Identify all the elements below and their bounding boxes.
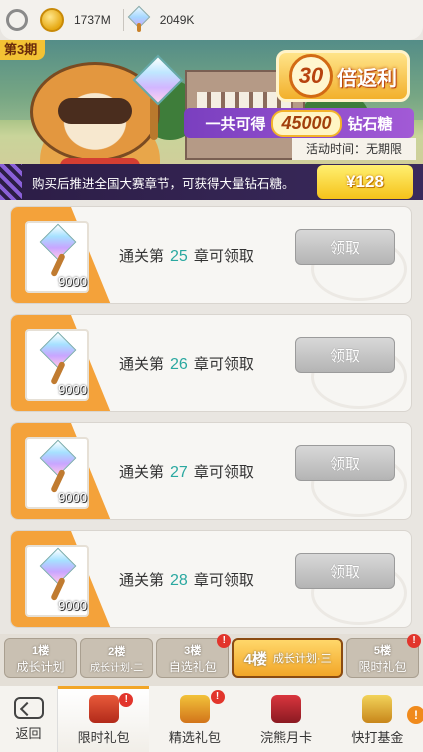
reward-quantity: 9000: [58, 274, 87, 289]
condition-suffix: 章可领取: [193, 248, 254, 265]
reward-condition: 通关第 26 章可领取: [119, 353, 254, 374]
currency-bar: 1737M 2049K: [0, 0, 423, 40]
reward-condition: 通关第 27 章可领取: [119, 461, 254, 482]
alert-badge-icon: !: [119, 693, 134, 707]
reward-item: 9000: [25, 329, 89, 401]
reward-item: 9000: [25, 545, 89, 617]
tab-floor-1[interactable]: 1楼 成长计划: [4, 638, 78, 678]
reward-list[interactable]: 9000 通关第 25 章可领取 领取 9000 通关第 26 章可领取 领取 …: [0, 202, 423, 634]
reward-item: 9000: [25, 437, 89, 509]
condition-prefix: 通关第: [119, 248, 165, 265]
nav-label: 限时礼包: [77, 730, 130, 745]
rebate-badge: 30 倍返利: [276, 50, 410, 102]
total-reward: 一共可得 45000 钻石糖: [184, 108, 414, 138]
reward-condition: 通关第 28 章可领取: [119, 569, 254, 590]
nav-fund[interactable]: 快打基金 !: [332, 686, 423, 752]
reward-card: 9000 通关第 25 章可领取 领取: [10, 206, 412, 304]
reward-condition: 通关第 25 章可领取: [119, 245, 254, 266]
claim-button[interactable]: 领取: [295, 229, 395, 265]
chapter-number: 25: [170, 248, 188, 265]
tab-floor-5[interactable]: 5楼 限时礼包 !: [345, 634, 422, 678]
chapter-number: 28: [170, 572, 188, 589]
reward-item: 9000: [25, 221, 89, 293]
card-icon: [271, 695, 302, 723]
total-amount: 45000: [271, 109, 342, 137]
treasure-box-icon: [179, 695, 210, 723]
condition-suffix: 章可领取: [193, 464, 254, 481]
nav-label: 精选礼包: [168, 730, 221, 745]
reward-card: 9000 通关第 27 章可领取 领取: [10, 422, 412, 520]
floor-name: 限时礼包: [358, 659, 407, 674]
nav-label: 浣熊月卡: [260, 730, 313, 745]
raccoon-mask: [58, 98, 132, 124]
floor-name: 成长计划·三: [272, 653, 332, 665]
settings-gear-icon[interactable]: [6, 9, 28, 31]
total-prefix: 一共可得: [205, 115, 266, 133]
floor-number: 5楼: [373, 644, 392, 657]
claim-button[interactable]: 领取: [295, 337, 395, 373]
alert-badge-icon: !: [210, 690, 225, 704]
tab-floor-3[interactable]: 3楼 自选礼包 !: [156, 634, 232, 678]
floor-tabs: 1楼 成长计划 2楼 成长计划·二 3楼 自选礼包 ! 4楼 成长计划·三 5楼…: [0, 634, 423, 686]
nav-label: 快打基金: [351, 730, 404, 745]
claim-button[interactable]: 领取: [295, 445, 395, 481]
gold-coin-icon: [40, 8, 64, 32]
coin-amount: 1737M: [74, 13, 111, 27]
promo-banner: 第3期 30 倍返利 一共可得 45000 钻石糖 活动时间：无期限 购买后推进…: [0, 40, 423, 200]
reward-quantity: 9000: [58, 598, 87, 613]
condition-prefix: 通关第: [119, 356, 165, 373]
tab-floor-4[interactable]: 4楼 成长计划·三: [232, 638, 343, 678]
alert-badge-icon: !: [217, 634, 232, 648]
total-suffix: 钻石糖: [347, 115, 393, 133]
floor-number: 3楼: [184, 644, 202, 657]
rebate-text: 倍返利: [337, 67, 397, 90]
fund-chest-icon: [362, 695, 393, 723]
reward-card: 9000 通关第 26 章可领取 领取: [10, 314, 412, 412]
floor-number: 2楼: [108, 645, 126, 658]
diamond-candy-icon: [128, 8, 150, 32]
floor-name: 成长计划·二: [89, 662, 144, 674]
period-tag: 第3期: [0, 40, 46, 60]
reward-card: 9000 通关第 28 章可领取 领取: [10, 530, 412, 628]
back-button[interactable]: 返回: [0, 686, 58, 752]
floor-name: 成长计划: [16, 659, 65, 674]
alert-badge-icon: !: [407, 706, 423, 724]
condition-suffix: 章可领取: [193, 356, 254, 373]
rebate-multiplier: 30: [289, 54, 333, 98]
claim-button[interactable]: 领取: [295, 553, 395, 589]
floor-name: 自选礼包: [168, 659, 217, 674]
reward-quantity: 9000: [58, 382, 87, 397]
alert-badge-icon: !: [407, 634, 422, 648]
back-label: 返回: [15, 725, 42, 741]
condition-suffix: 章可领取: [193, 572, 254, 589]
gift-bag-icon: [88, 695, 119, 723]
tab-floor-2[interactable]: 2楼 成长计划·二: [80, 638, 154, 678]
bottom-nav: 返回 限时礼包 ! 精选礼包 ! 浣熊月卡 快打基金 !: [0, 686, 423, 752]
gem-amount: 2049K: [159, 13, 195, 27]
floor-number: 1楼: [31, 644, 50, 657]
nav-limited-gift[interactable]: 限时礼包 !: [58, 686, 150, 752]
purchase-strip: 购买后推进全国大赛章节，可获得大量钻石糖。 ¥128: [0, 164, 423, 200]
back-arrow-icon: [13, 696, 44, 719]
nav-monthly-card[interactable]: 浣熊月卡: [241, 686, 332, 752]
divider: [122, 9, 124, 31]
condition-prefix: 通关第: [119, 572, 165, 589]
nav-featured-gift[interactable]: 精选礼包 !: [149, 686, 240, 752]
strip-decoration: [0, 164, 22, 200]
chapter-number: 27: [170, 464, 188, 481]
floor-number: 4楼: [243, 650, 267, 668]
activity-time: 活动时间：无期限: [292, 138, 416, 160]
reward-quantity: 9000: [58, 490, 87, 505]
purchase-description: 购买后推进全国大赛章节，可获得大量钻石糖。: [32, 176, 295, 191]
buy-button[interactable]: ¥128: [317, 165, 413, 199]
chapter-number: 26: [170, 356, 188, 373]
condition-prefix: 通关第: [119, 464, 165, 481]
